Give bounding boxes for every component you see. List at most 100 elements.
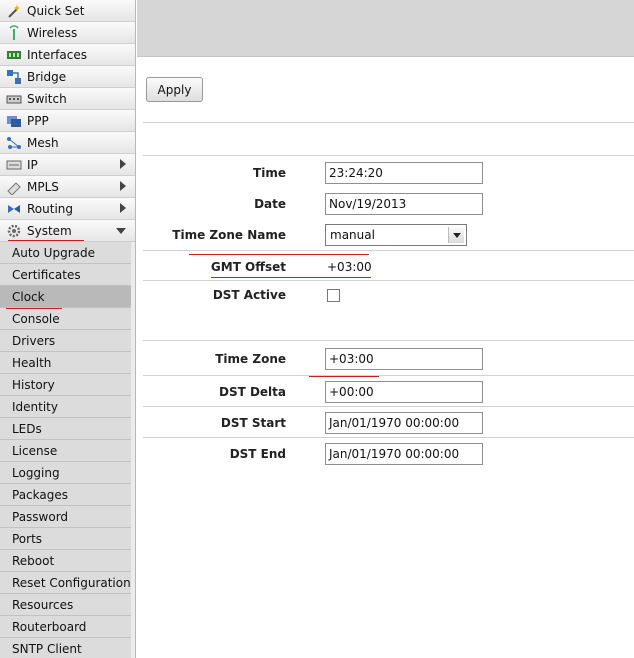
sidebar-item-system[interactable]: System — [0, 220, 135, 242]
submenu-item-sntp-client[interactable]: SNTP Client — [0, 638, 131, 658]
submenu-item-certificates[interactable]: Certificates — [0, 264, 131, 286]
select-value: manual — [330, 228, 375, 242]
bridge-icon — [6, 69, 22, 85]
gmt-offset-value: +03:00 — [327, 260, 372, 274]
divider — [143, 375, 634, 376]
field-label: DST End — [229, 447, 286, 461]
sidebar-item-ppp[interactable]: PPP — [0, 110, 135, 132]
sidebar-item-label: Mesh — [27, 135, 59, 150]
form-row-dst-delta: DST Delta +00:00 — [137, 380, 634, 404]
field-label: GMT Offset — [210, 260, 286, 274]
submenu-item-packages[interactable]: Packages — [0, 484, 131, 506]
ppp-icon — [6, 113, 22, 129]
submenu-item-routerboard[interactable]: Routerboard — [0, 616, 131, 638]
sidebar-item-bridge[interactable]: Bridge — [0, 66, 135, 88]
submenu-item-health[interactable]: Health — [0, 352, 131, 374]
sidebar-item-label: Bridge — [27, 69, 67, 84]
submenu-item-reboot[interactable]: Reboot — [0, 550, 131, 572]
divider — [143, 250, 634, 251]
form-row-dst-end: DST End Jan/01/1970 00:00:00 — [137, 442, 634, 466]
sidebar-item-label: Wireless — [27, 25, 78, 40]
form-row-time: Time 23:24:20 — [137, 161, 634, 185]
field-label: Time — [253, 166, 286, 180]
sidebar-item-label: IP — [27, 157, 38, 172]
sidebar-item-label: Quick Set — [27, 3, 85, 18]
date-input[interactable]: Nov/19/2013 — [325, 193, 483, 215]
submenu-item-console[interactable]: Console — [0, 308, 131, 330]
divider — [143, 340, 634, 341]
sidebar-item-interfaces[interactable]: Interfaces — [0, 44, 135, 66]
sidebar: Quick Set Wireless Interfaces Bridge Swi… — [0, 0, 136, 658]
sidebar-item-label: Interfaces — [27, 47, 87, 62]
sidebar-item-label: Routing — [27, 201, 74, 216]
sidebar-item-switch[interactable]: Switch — [0, 88, 135, 110]
sidebar-item-label: Switch — [27, 91, 67, 106]
submenu-item-clock[interactable]: Clock — [0, 286, 131, 308]
submenu-item-license[interactable]: License — [0, 440, 131, 462]
divider — [143, 406, 634, 407]
submenu-item-drivers[interactable]: Drivers — [0, 330, 131, 352]
timezone-name-select[interactable]: manual — [325, 224, 467, 246]
dst-active-checkbox[interactable] — [327, 289, 340, 302]
routing-icon — [6, 201, 22, 217]
form-row-time-zone: Time Zone +03:00 — [137, 347, 634, 371]
gear-icon — [6, 223, 22, 239]
sidebar-item-label: System — [27, 223, 72, 238]
ip-icon — [6, 157, 22, 173]
divider — [143, 122, 634, 123]
main-panel: Apply Time 23:24:20 Date Nov/19/2013 Tim… — [137, 0, 634, 658]
sidebar-item-quick-set[interactable]: Quick Set — [0, 0, 135, 22]
form-row-gmt-offset: GMT Offset +03:00 — [137, 255, 634, 279]
submenu-item-history[interactable]: History — [0, 374, 131, 396]
dst-delta-input[interactable]: +00:00 — [325, 381, 483, 403]
apply-button[interactable]: Apply — [146, 77, 203, 102]
form-row-date: Date Nov/19/2013 — [137, 192, 634, 216]
chevron-right-icon — [120, 181, 126, 191]
submenu-item-identity[interactable]: Identity — [0, 396, 131, 418]
interfaces-icon — [6, 47, 22, 63]
wand-icon — [6, 3, 22, 19]
divider — [143, 437, 634, 438]
field-label: DST Start — [220, 416, 286, 430]
form-row-timezone-name: Time Zone Name manual — [137, 223, 634, 247]
switch-icon — [6, 91, 22, 107]
time-zone-input[interactable]: +03:00 — [325, 348, 483, 370]
chevron-right-icon — [120, 203, 126, 213]
annotation-underline — [211, 277, 371, 278]
divider — [143, 280, 634, 281]
form-row-dst-active: DST Active — [137, 283, 634, 307]
field-label: DST Delta — [218, 385, 286, 399]
submenu-item-resources[interactable]: Resources — [0, 594, 131, 616]
antenna-icon — [6, 24, 22, 41]
sidebar-item-mesh[interactable]: Mesh — [0, 132, 135, 154]
sidebar-item-mpls[interactable]: MPLS — [0, 176, 135, 198]
annotation-underline — [6, 308, 62, 309]
sidebar-item-ip[interactable]: IP — [0, 154, 135, 176]
sidebar-item-routing[interactable]: Routing — [0, 198, 135, 220]
field-label: DST Active — [212, 288, 286, 302]
divider — [143, 155, 634, 156]
dst-start-input[interactable]: Jan/01/1970 00:00:00 — [325, 412, 483, 434]
chevron-down-icon[interactable] — [448, 227, 464, 243]
annotation-underline — [309, 376, 379, 377]
submenu-item-ports[interactable]: Ports — [0, 528, 131, 550]
field-label: Date — [254, 197, 286, 211]
submenu-item-auto-upgrade[interactable]: Auto Upgrade — [0, 242, 131, 264]
field-label: Time Zone — [215, 352, 286, 366]
form-row-dst-start: DST Start Jan/01/1970 00:00:00 — [137, 411, 634, 435]
time-input[interactable]: 23:24:20 — [325, 162, 483, 184]
sidebar-item-label: MPLS — [27, 179, 59, 194]
chevron-right-icon — [120, 159, 126, 169]
submenu-item-logging[interactable]: Logging — [0, 462, 131, 484]
submenu-item-password[interactable]: Password — [0, 506, 131, 528]
header-bar — [137, 0, 634, 57]
submenu-item-reset-configuration[interactable]: Reset Configuration — [0, 572, 131, 594]
sidebar-item-label: PPP — [27, 113, 49, 128]
field-label: Time Zone Name — [172, 228, 286, 242]
submenu-item-leds[interactable]: LEDs — [0, 418, 131, 440]
sidebar-item-wireless[interactable]: Wireless — [0, 22, 135, 44]
dst-end-input[interactable]: Jan/01/1970 00:00:00 — [325, 443, 483, 465]
annotation-underline — [8, 240, 84, 241]
mpls-icon — [6, 179, 22, 195]
chevron-down-icon — [116, 228, 126, 234]
